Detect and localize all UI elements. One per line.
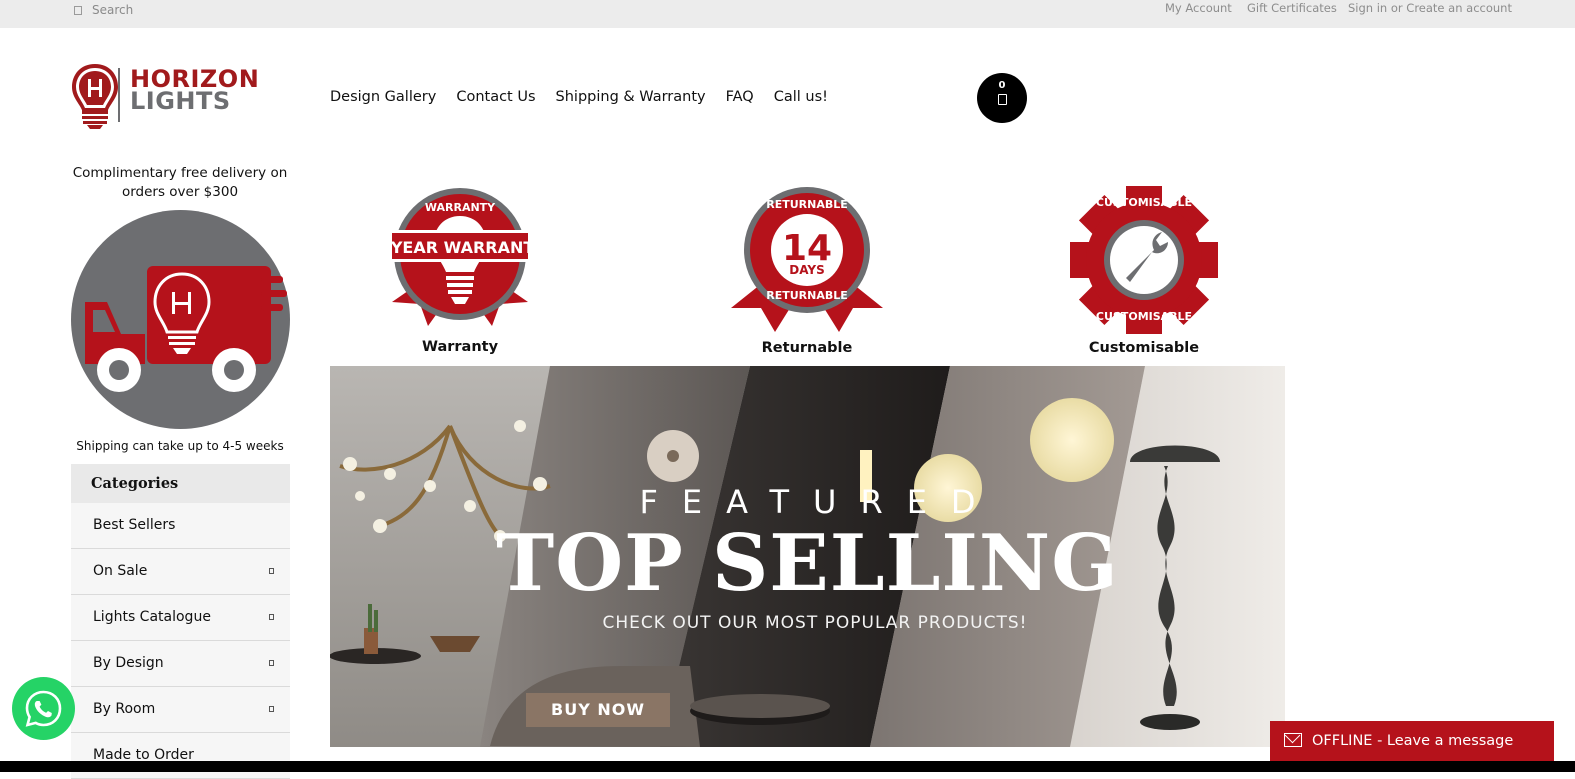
offline-chat-label: OFFLINE - Leave a message: [1312, 733, 1514, 749]
category-best-sellers[interactable]: Best Sellers: [71, 503, 290, 549]
hero-headline: TOP SELLING: [496, 518, 1119, 609]
delivery-message: Complimentary free delivery on orders ov…: [72, 165, 288, 200]
category-label: Lights Catalogue: [93, 609, 211, 625]
category-by-room[interactable]: By Room: [71, 687, 290, 733]
hero-subline: CHECK OUT OUR MOST POPULAR PRODUCTS!: [602, 613, 1028, 633]
warranty-ring-text: WARRANTY: [425, 201, 496, 214]
returnable-badge-icon: 14 DAYS RETURNABLE RETURNABLE: [731, 187, 883, 332]
cart-button[interactable]: 0: [977, 73, 1027, 123]
customisable-badge-icon: CUSTOMISABLE CUSTOMISABLE: [1070, 186, 1218, 334]
search-input[interactable]: Search: [92, 3, 133, 17]
nav-call-us[interactable]: Call us!: [774, 89, 828, 105]
nav-shipping-warranty[interactable]: Shipping & Warranty: [556, 89, 706, 105]
expand-icon[interactable]: [269, 568, 274, 574]
category-label: By Design: [93, 655, 164, 671]
my-account-link[interactable]: My Account: [1165, 1, 1232, 15]
category-by-design[interactable]: By Design: [71, 641, 290, 687]
shopping-bag-icon: [997, 94, 1007, 105]
buy-now-button[interactable]: BUY NOW: [526, 693, 670, 727]
search-icon[interactable]: [74, 5, 82, 15]
shipping-time-note: Shipping can take up to 4-5 weeks: [76, 439, 284, 453]
hero-banner[interactable]: FEATURED TOP SELLING CHECK OUT OUR MOST …: [330, 366, 1285, 747]
logo-line-2: LIGHTS: [130, 87, 231, 115]
customisable-ring-bottom: CUSTOMISABLE: [1096, 310, 1192, 323]
warranty-badge: 2 YEAR WARRANTY WARRANTY Warranty: [374, 186, 546, 355]
top-utility-bar: Search My Account Gift Certificates Sign…: [0, 0, 1575, 28]
cart-count: 0: [998, 80, 1006, 91]
hero-featured-text: FEATURED: [639, 483, 1000, 521]
category-on-sale[interactable]: On Sale: [71, 549, 290, 595]
categories-heading: Categories: [71, 464, 290, 503]
bulb-logo-icon: [72, 64, 118, 129]
returnable-ring-top: RETURNABLE: [766, 198, 848, 211]
customisable-badge: CUSTOMISABLE CUSTOMISABLE Customisable: [1070, 186, 1218, 356]
category-made-to-order[interactable]: Made to Order: [71, 733, 290, 779]
envelope-icon: [1284, 733, 1302, 747]
nav-design-gallery[interactable]: Design Gallery: [330, 89, 436, 105]
main-nav: Design Gallery Contact Us Shipping & War…: [330, 89, 848, 105]
returnable-badge: 14 DAYS RETURNABLE RETURNABLE Returnable: [731, 186, 883, 356]
sign-in-link[interactable]: Sign in or Create an account: [1348, 1, 1512, 15]
whatsapp-chat-button[interactable]: [12, 677, 75, 740]
logo-divider: [118, 68, 120, 122]
search-box[interactable]: Search: [74, 3, 133, 17]
customisable-ring-top: CUSTOMISABLE: [1096, 196, 1192, 209]
delivery-truck-icon: [71, 210, 290, 429]
warranty-caption: Warranty: [421, 339, 499, 355]
returnable-caption: Returnable: [761, 340, 853, 356]
nav-faq[interactable]: FAQ: [726, 89, 754, 105]
warranty-badge-icon: 2 YEAR WARRANTY WARRANTY: [374, 188, 546, 326]
returnable-ring-bottom: RETURNABLE: [766, 289, 848, 302]
gift-certificates-link[interactable]: Gift Certificates: [1247, 1, 1337, 15]
category-label: On Sale: [93, 563, 148, 579]
category-label: By Room: [93, 701, 156, 717]
logo-wordmark: HORIZON LIGHTS: [130, 67, 259, 115]
returnable-days-unit: DAYS: [789, 263, 824, 277]
categories-menu: Categories Best Sellers On Sale Lights C…: [71, 464, 290, 779]
nav-contact-us[interactable]: Contact Us: [456, 89, 535, 105]
warranty-ribbon-text: 2 YEAR WARRANTY: [388, 238, 532, 257]
offline-chat-widget[interactable]: OFFLINE - Leave a message: [1270, 721, 1554, 761]
expand-icon[interactable]: [269, 706, 274, 712]
expand-icon[interactable]: [269, 614, 274, 620]
category-lights-catalogue[interactable]: Lights Catalogue: [71, 595, 290, 641]
category-label: Best Sellers: [93, 517, 176, 533]
page-bottom-edge: [0, 761, 1575, 772]
whatsapp-icon: [25, 690, 62, 727]
customisable-caption: Customisable: [1088, 340, 1200, 356]
expand-icon[interactable]: [269, 660, 274, 666]
site-logo[interactable]: HORIZON LIGHTS: [70, 62, 275, 130]
